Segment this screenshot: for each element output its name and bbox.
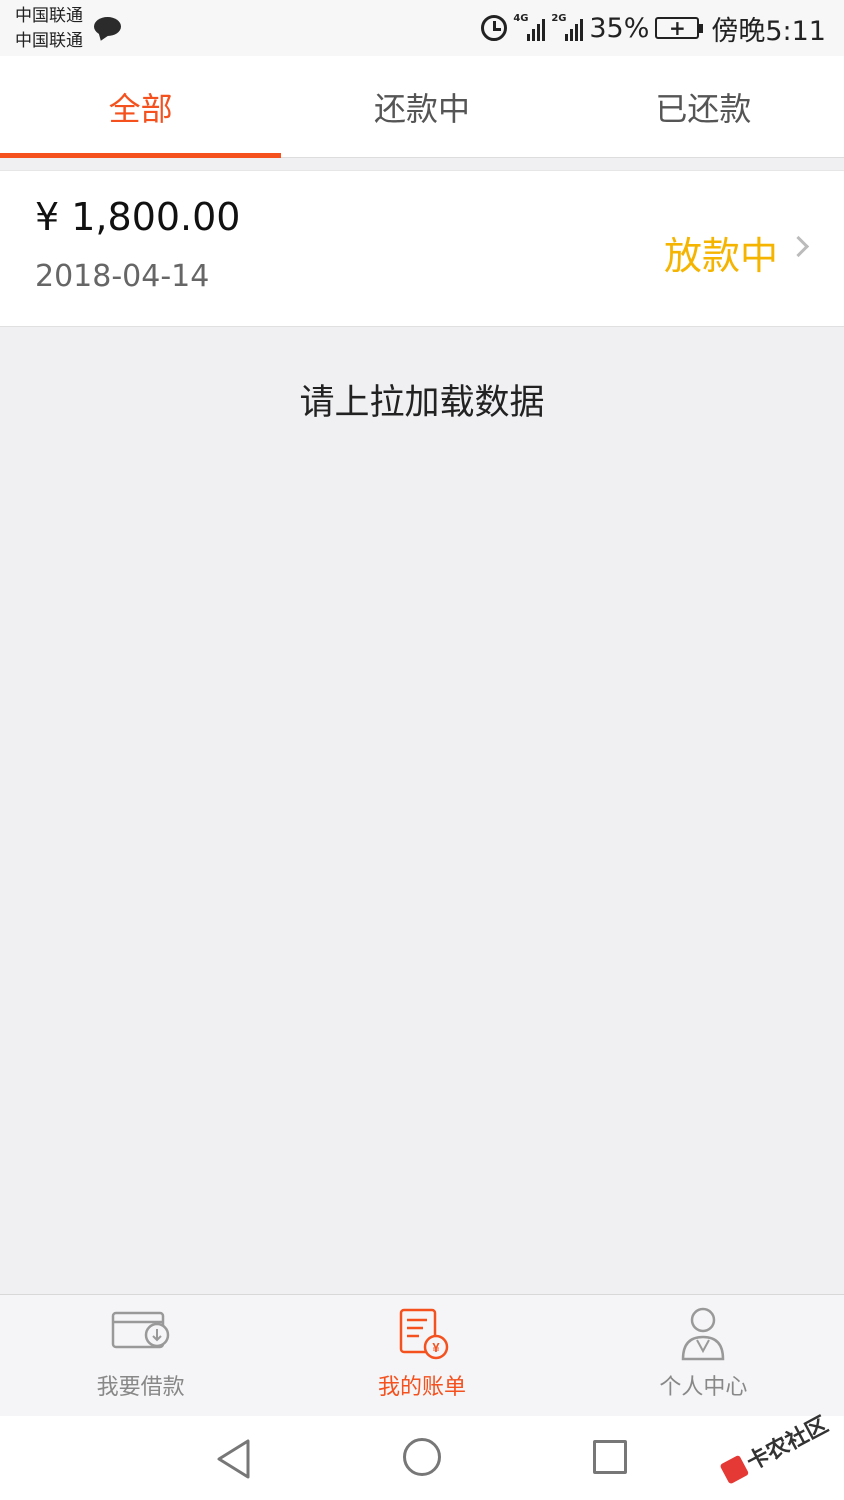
loan-amount: ¥ 1,800.00 <box>35 195 241 239</box>
carrier-label-1: 中国联通 <box>15 6 83 26</box>
signal-4g-icon: 4G <box>513 13 546 41</box>
watermark-logo-icon <box>719 1454 750 1485</box>
loan-record-card[interactable]: ¥ 1,800.00 2018-04-14 放款中 <box>0 170 844 327</box>
battery-percent: 35% <box>589 12 650 44</box>
svg-text:¥: ¥ <box>432 1340 440 1355</box>
nav-label-borrow: 我要借款 <box>96 1375 185 1400</box>
nav-item-personal-center[interactable]: 个人中心 <box>563 1295 844 1416</box>
carrier-label-2: 中国联通 <box>15 31 83 51</box>
status-indicators: 4G 2G 35% + 傍晚5:11 <box>481 8 826 48</box>
watermark-text: 卡农社区 <box>742 1412 833 1476</box>
person-icon <box>682 1307 725 1361</box>
bottom-navigation: 我要借款 ¥ 我的账单 个人中心 <box>0 1294 844 1416</box>
tab-repaid[interactable]: 已还款 <box>563 56 844 157</box>
tab-all[interactable]: 全部 <box>0 56 282 158</box>
loan-date: 2018-04-14 <box>35 259 210 294</box>
home-icon[interactable] <box>403 1438 441 1476</box>
chevron-right-icon <box>787 235 810 258</box>
nav-label-my-bills: 我的账单 <box>377 1375 466 1400</box>
signal-2g-icon: 2G <box>551 13 584 41</box>
nav-label-personal-center: 个人中心 <box>659 1375 748 1400</box>
status-bar: 中国联通 中国联通 4G 2G 35% + 傍晚5:11 <box>0 0 844 56</box>
battery-charging-symbol: + <box>668 16 686 40</box>
alarm-icon <box>481 15 508 41</box>
bill-filter-tabs: 全部 还款中 已还款 <box>0 56 844 158</box>
clock: 傍晚5:11 <box>711 15 826 47</box>
community-watermark: 卡农社区 <box>717 1407 833 1489</box>
tab-repaying[interactable]: 还款中 <box>281 56 562 157</box>
message-notification-icon <box>94 17 121 36</box>
bill-yuan-icon: ¥ <box>399 1308 449 1360</box>
system-navigation-bar: 卡农社区 <box>0 1412 844 1500</box>
battery-icon: + <box>655 16 704 40</box>
back-icon[interactable] <box>214 1438 254 1480</box>
nav-item-borrow[interactable]: 我要借款 <box>0 1295 281 1416</box>
nav-item-my-bills[interactable]: ¥ 我的账单 <box>281 1295 562 1416</box>
pull-up-load-hint: 请上拉加载数据 <box>299 383 545 423</box>
wallet-download-icon <box>111 1311 169 1349</box>
loan-status: 放款中 <box>663 234 778 278</box>
recent-apps-icon[interactable] <box>593 1440 627 1474</box>
